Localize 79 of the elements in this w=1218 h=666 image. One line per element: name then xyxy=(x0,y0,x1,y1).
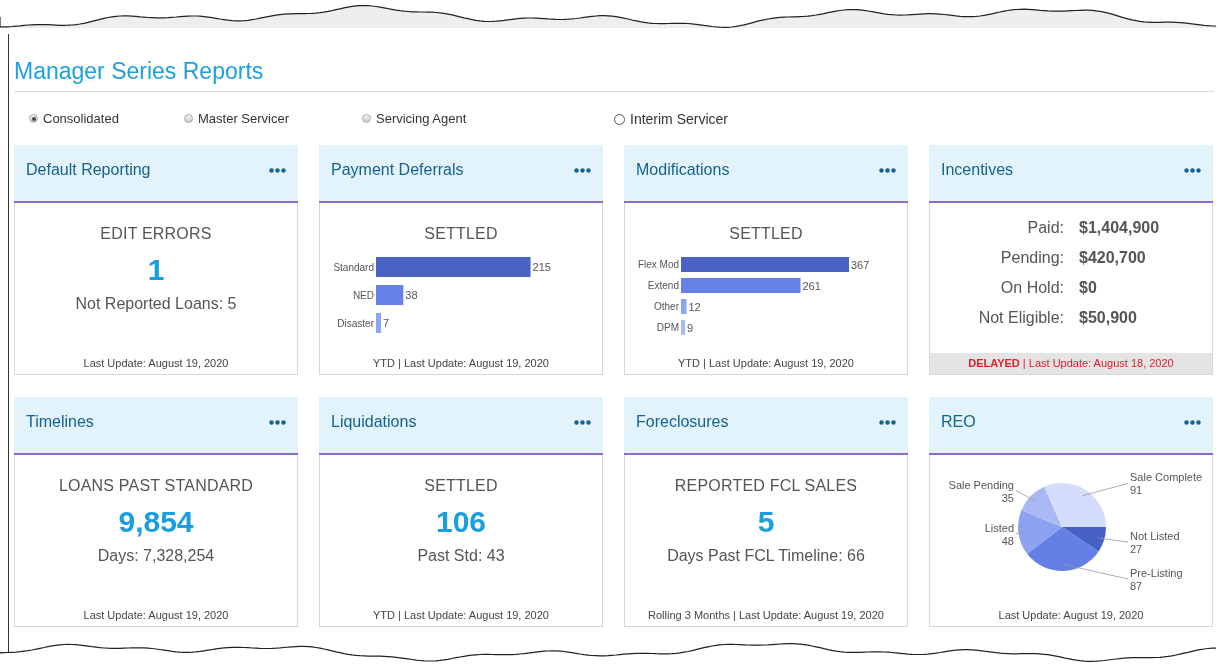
amount-value: $0 xyxy=(1079,279,1098,297)
more-icon[interactable] xyxy=(1184,167,1201,173)
bar xyxy=(681,299,687,314)
metric-caption: SETTLED xyxy=(729,225,803,243)
update-note: Rolling 3 Months | Last Update: August 19, 2020 xyxy=(647,608,885,623)
update-note: YTD | Last Update: August 19, 2020 xyxy=(372,356,550,371)
slice-label: Listed 48 xyxy=(984,521,1014,547)
report-type-radio[interactable]: Consolidated xyxy=(29,111,184,126)
amount-value: $1,404,900 xyxy=(1079,219,1161,237)
more-icon[interactable] xyxy=(879,167,896,173)
bar xyxy=(376,313,382,333)
bar-value: 261 xyxy=(802,279,821,292)
metric-detail: Days Past FCL Timeline: 66 xyxy=(667,547,865,565)
more-icon[interactable] xyxy=(269,167,286,173)
metric-caption: REPORTED FCL SALES xyxy=(674,477,858,495)
slice-label: Sale Complete 91 xyxy=(1130,471,1203,497)
metric-value: 106 xyxy=(435,505,487,539)
metric-detail: Not Reported Loans: 5 xyxy=(75,295,237,313)
leader-line xyxy=(1015,490,1036,502)
bar-value: 38 xyxy=(405,289,418,301)
bar-label: NED xyxy=(352,289,374,301)
amount-label: Not Eligible: xyxy=(977,309,1064,327)
page-title: Manager Series Reports xyxy=(14,58,1214,92)
bar-label: Extend xyxy=(647,280,679,291)
update-note: YTD | Last Update: August 19, 2020 xyxy=(677,356,855,371)
amount-label: Pending: xyxy=(999,249,1064,267)
slice-label: Sale Pending 35 xyxy=(948,478,1014,504)
slice-label: Pre-Listing 87 xyxy=(1130,566,1183,592)
metric-caption: LOANS PAST STANDARD xyxy=(58,477,254,495)
update-note: YTD | Last Update: August 19, 2020 xyxy=(372,608,550,623)
card-title: Default Reporting xyxy=(26,161,151,179)
amount-label: On Hold: xyxy=(999,279,1064,297)
amount-label: Paid: xyxy=(1026,219,1064,237)
metric-value: 1 xyxy=(147,253,165,287)
metric-caption: EDIT ERRORS xyxy=(100,225,212,243)
bar xyxy=(376,285,404,305)
card-title: Timelines xyxy=(26,413,94,431)
slice-label: Not Listed 27 xyxy=(1130,530,1180,556)
leader-line xyxy=(1097,537,1129,543)
amount-value: $50,900 xyxy=(1079,309,1138,327)
bar-label: Disaster xyxy=(337,317,374,329)
leader-line xyxy=(1015,531,1026,535)
more-icon[interactable] xyxy=(574,167,591,173)
bar-label: Standard xyxy=(333,261,374,273)
metric-caption: SETTLED xyxy=(424,225,498,243)
amount-value: $420,700 xyxy=(1079,249,1147,267)
metric-detail: Days: 7,328,254 xyxy=(97,547,215,565)
bar-value: 12 xyxy=(688,300,701,313)
bar-value: 9 xyxy=(687,321,694,334)
bar-label: DPM xyxy=(656,322,679,333)
update-note: Last Update: August 19, 2020 xyxy=(997,608,1145,623)
more-icon[interactable] xyxy=(879,419,896,425)
leader-line xyxy=(1062,564,1129,580)
leader-line xyxy=(1082,483,1129,497)
more-icon[interactable] xyxy=(1184,419,1201,425)
bar-label: Flex Mod xyxy=(637,259,679,270)
bar xyxy=(681,320,686,335)
report-type-radio[interactable]: Interim Servicer xyxy=(614,111,1214,127)
update-note: DELAYED | Last Update: August 18, 2020 xyxy=(930,353,1212,374)
card-title: Modifications xyxy=(636,161,730,179)
metric-value: 9,854 xyxy=(118,505,194,539)
bar-value: 215 xyxy=(532,261,551,273)
card-title: Liquidations xyxy=(331,413,417,431)
more-icon[interactable] xyxy=(269,419,286,425)
bar-value: 7 xyxy=(383,317,390,329)
report-type-radio[interactable]: Master Servicer xyxy=(184,111,362,126)
more-icon[interactable] xyxy=(574,419,591,425)
card-title: Incentives xyxy=(941,161,1014,179)
bar-label: Other xyxy=(654,301,679,312)
bar-value: 367 xyxy=(851,258,870,271)
card-title: Payment Deferrals xyxy=(331,161,464,179)
card-title: Foreclosures xyxy=(636,413,729,431)
update-note: Last Update: August 19, 2020 xyxy=(82,356,230,371)
update-note: Last Update: August 19, 2020 xyxy=(82,608,230,623)
report-type-radio[interactable]: Servicing Agent xyxy=(362,111,614,126)
metric-value: 5 xyxy=(757,505,775,539)
metric-caption: SETTLED xyxy=(424,477,498,495)
card-title: REO xyxy=(941,413,976,431)
metric-detail: Past Std: 43 xyxy=(417,547,505,565)
